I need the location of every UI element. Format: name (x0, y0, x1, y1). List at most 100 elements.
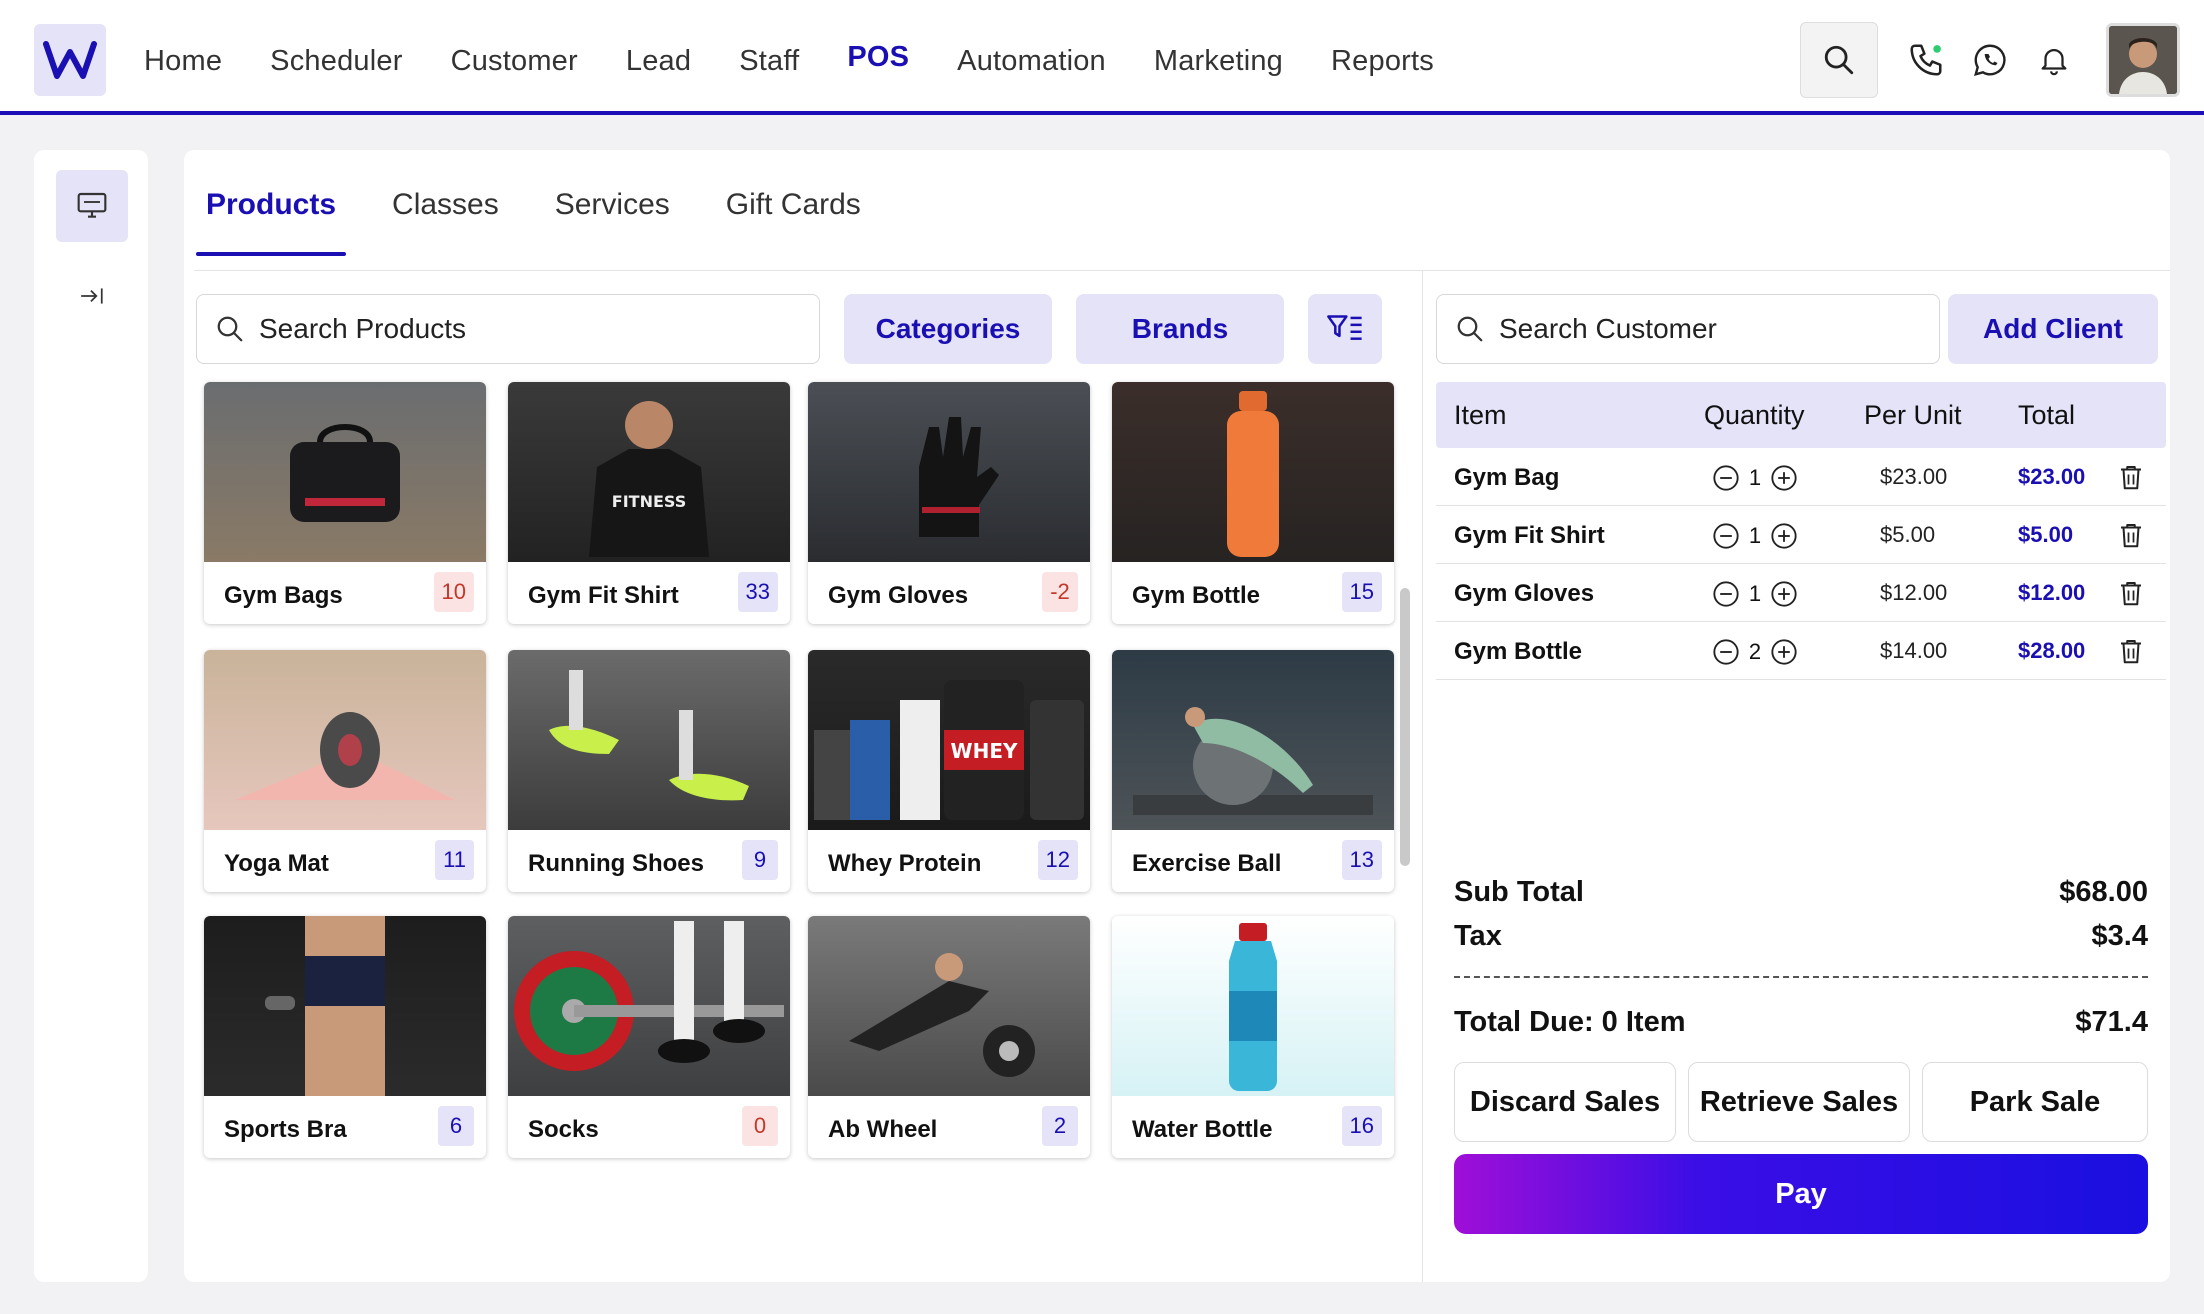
plus-circle-icon[interactable] (1770, 522, 1798, 550)
customer-search-input[interactable]: Search Customer (1436, 294, 1940, 364)
app-logo[interactable] (34, 24, 106, 96)
cart-line-total: $23.00 (2018, 464, 2086, 489)
protein-tubs-icon: WHEY (814, 680, 1084, 820)
retrieve-sales-button[interactable]: Retrieve Sales (1688, 1062, 1910, 1142)
trash-icon[interactable] (2116, 462, 2146, 492)
stock-badge: 2 (1042, 1106, 1078, 1146)
minus-circle-icon[interactable] (1712, 580, 1740, 608)
sidebar-expand-button[interactable] (70, 274, 114, 318)
nav-pos[interactable]: POS (847, 41, 909, 74)
tab-gift-cards[interactable]: Gift Cards (716, 150, 871, 256)
total-due-label: Total Due: 0 Item (1454, 1006, 1686, 1038)
product-card-whey-protein[interactable]: WHEY Whey Protein 12 (808, 650, 1090, 892)
plus-circle-icon[interactable] (1770, 580, 1798, 608)
categories-button[interactable]: Categories (844, 294, 1052, 364)
stock-badge: -2 (1042, 572, 1078, 612)
monitor-icon (77, 192, 107, 218)
nav-lead[interactable]: Lead (626, 45, 691, 78)
bell-icon (2041, 49, 2067, 76)
product-name: Gym Bags (224, 582, 343, 609)
filter-button[interactable] (1308, 294, 1382, 364)
tab-products[interactable]: Products (196, 150, 347, 256)
product-name: Yoga Mat (224, 850, 329, 877)
exercise-ball-image (1112, 650, 1394, 830)
product-search-placeholder: Search Products (259, 313, 466, 344)
product-card-exercise-ball[interactable]: Exercise Ball 13 (1112, 650, 1394, 892)
product-card-gym-bottle[interactable]: Gym Bottle 15 (1112, 382, 1394, 624)
discard-sales-button[interactable]: Discard Sales (1454, 1062, 1676, 1142)
quantity-value: 1 (1748, 581, 1762, 606)
cart-row: Gym Bottle 2 $14.00 $28.00 (1436, 622, 2166, 680)
minus-circle-icon[interactable] (1712, 638, 1740, 666)
quantity-value: 1 (1748, 523, 1762, 548)
product-card-gym-bags[interactable]: Gym Bags 10 (204, 382, 486, 624)
tab-services[interactable]: Services (545, 150, 680, 256)
park-sale-button[interactable]: Park Sale (1922, 1062, 2148, 1142)
product-card-yoga-mat[interactable]: Yoga Mat 11 (204, 650, 486, 892)
glove-icon (919, 417, 999, 537)
stock-badge: 16 (1341, 1106, 1382, 1146)
brands-button[interactable]: Brands (1076, 294, 1284, 364)
stock-badge: 0 (742, 1106, 778, 1146)
quantity-stepper: 1 (1712, 464, 1798, 492)
product-name: Ab Wheel (828, 1116, 938, 1143)
shirt-icon: FITNESS (589, 401, 709, 557)
search-icon (1457, 316, 1483, 342)
trash-icon[interactable] (2116, 636, 2146, 666)
gym-shirt-image: FITNESS (508, 382, 790, 562)
panel-divider (1422, 270, 1423, 1282)
phone-button[interactable] (1902, 36, 1950, 84)
tax-label: Tax (1454, 920, 1502, 952)
product-card-socks[interactable]: Socks 0 (508, 916, 790, 1158)
pay-button[interactable]: Pay (1454, 1154, 2148, 1234)
nav-home[interactable]: Home (144, 45, 222, 78)
nav-customer[interactable]: Customer (451, 45, 578, 78)
notifications-button[interactable] (2030, 36, 2078, 84)
exercise-ball-icon (1133, 707, 1373, 815)
nav-automation[interactable]: Automation (957, 45, 1106, 78)
cart-unit-price: $12.00 (1880, 580, 1948, 605)
product-card-gym-fit-shirt[interactable]: FITNESS Gym Fit Shirt 33 (508, 382, 790, 624)
tab-classes[interactable]: Classes (382, 150, 509, 256)
user-avatar[interactable] (2106, 23, 2180, 97)
product-card-ab-wheel[interactable]: Ab Wheel 2 (808, 916, 1090, 1158)
subtotal-row: Sub Total $68.00 (1454, 876, 2148, 909)
sports-bra-icon (265, 916, 385, 1096)
product-name: Gym Fit Shirt (528, 582, 679, 609)
nav-reports[interactable]: Reports (1331, 45, 1434, 78)
cart-row: Gym Fit Shirt 1 $5.00 $5.00 (1436, 506, 2166, 564)
product-name: Gym Gloves (828, 582, 969, 609)
nav-marketing[interactable]: Marketing (1154, 45, 1283, 78)
product-name: Water Bottle (1132, 1116, 1273, 1143)
plus-circle-icon[interactable] (1770, 464, 1798, 492)
product-grid-scrollbar[interactable] (1400, 588, 1410, 866)
quantity-stepper: 1 (1712, 522, 1798, 550)
product-card-sports-bra[interactable]: Sports Bra 6 (204, 916, 486, 1158)
global-search-button[interactable] (1800, 22, 1878, 98)
product-search-input[interactable]: Search Products (196, 294, 820, 364)
sidebar-pos-button[interactable] (56, 170, 128, 242)
summary-divider (1454, 976, 2148, 978)
shoe-icon (549, 670, 749, 801)
product-card-water-bottle[interactable]: Water Bottle 16 (1112, 916, 1394, 1158)
quantity-value: 2 (1748, 639, 1762, 664)
minus-circle-icon[interactable] (1712, 522, 1740, 550)
whatsapp-button[interactable] (1966, 36, 2014, 84)
product-card-gym-gloves[interactable]: Gym Gloves -2 (808, 382, 1090, 624)
nav-staff[interactable]: Staff (739, 45, 799, 78)
total-due-value: $71.4 (2075, 1006, 2148, 1038)
header-actions (1800, 22, 2180, 98)
nav-scheduler[interactable]: Scheduler (270, 45, 402, 78)
add-client-button[interactable]: Add Client (1948, 294, 2158, 364)
trash-icon[interactable] (2116, 578, 2146, 608)
plus-circle-icon[interactable] (1770, 638, 1798, 666)
running-shoes-image (508, 650, 790, 830)
cart-item-name: Gym Fit Shirt (1454, 522, 1605, 549)
minus-circle-icon[interactable] (1712, 464, 1740, 492)
trash-icon[interactable] (2116, 520, 2146, 550)
svg-text:WHEY: WHEY (951, 739, 1018, 763)
ab-wheel-icon (849, 953, 1035, 1077)
gym-bag-image (204, 382, 486, 562)
tax-row: Tax $3.4 (1454, 920, 2148, 953)
product-card-running-shoes[interactable]: Running Shoes 9 (508, 650, 790, 892)
